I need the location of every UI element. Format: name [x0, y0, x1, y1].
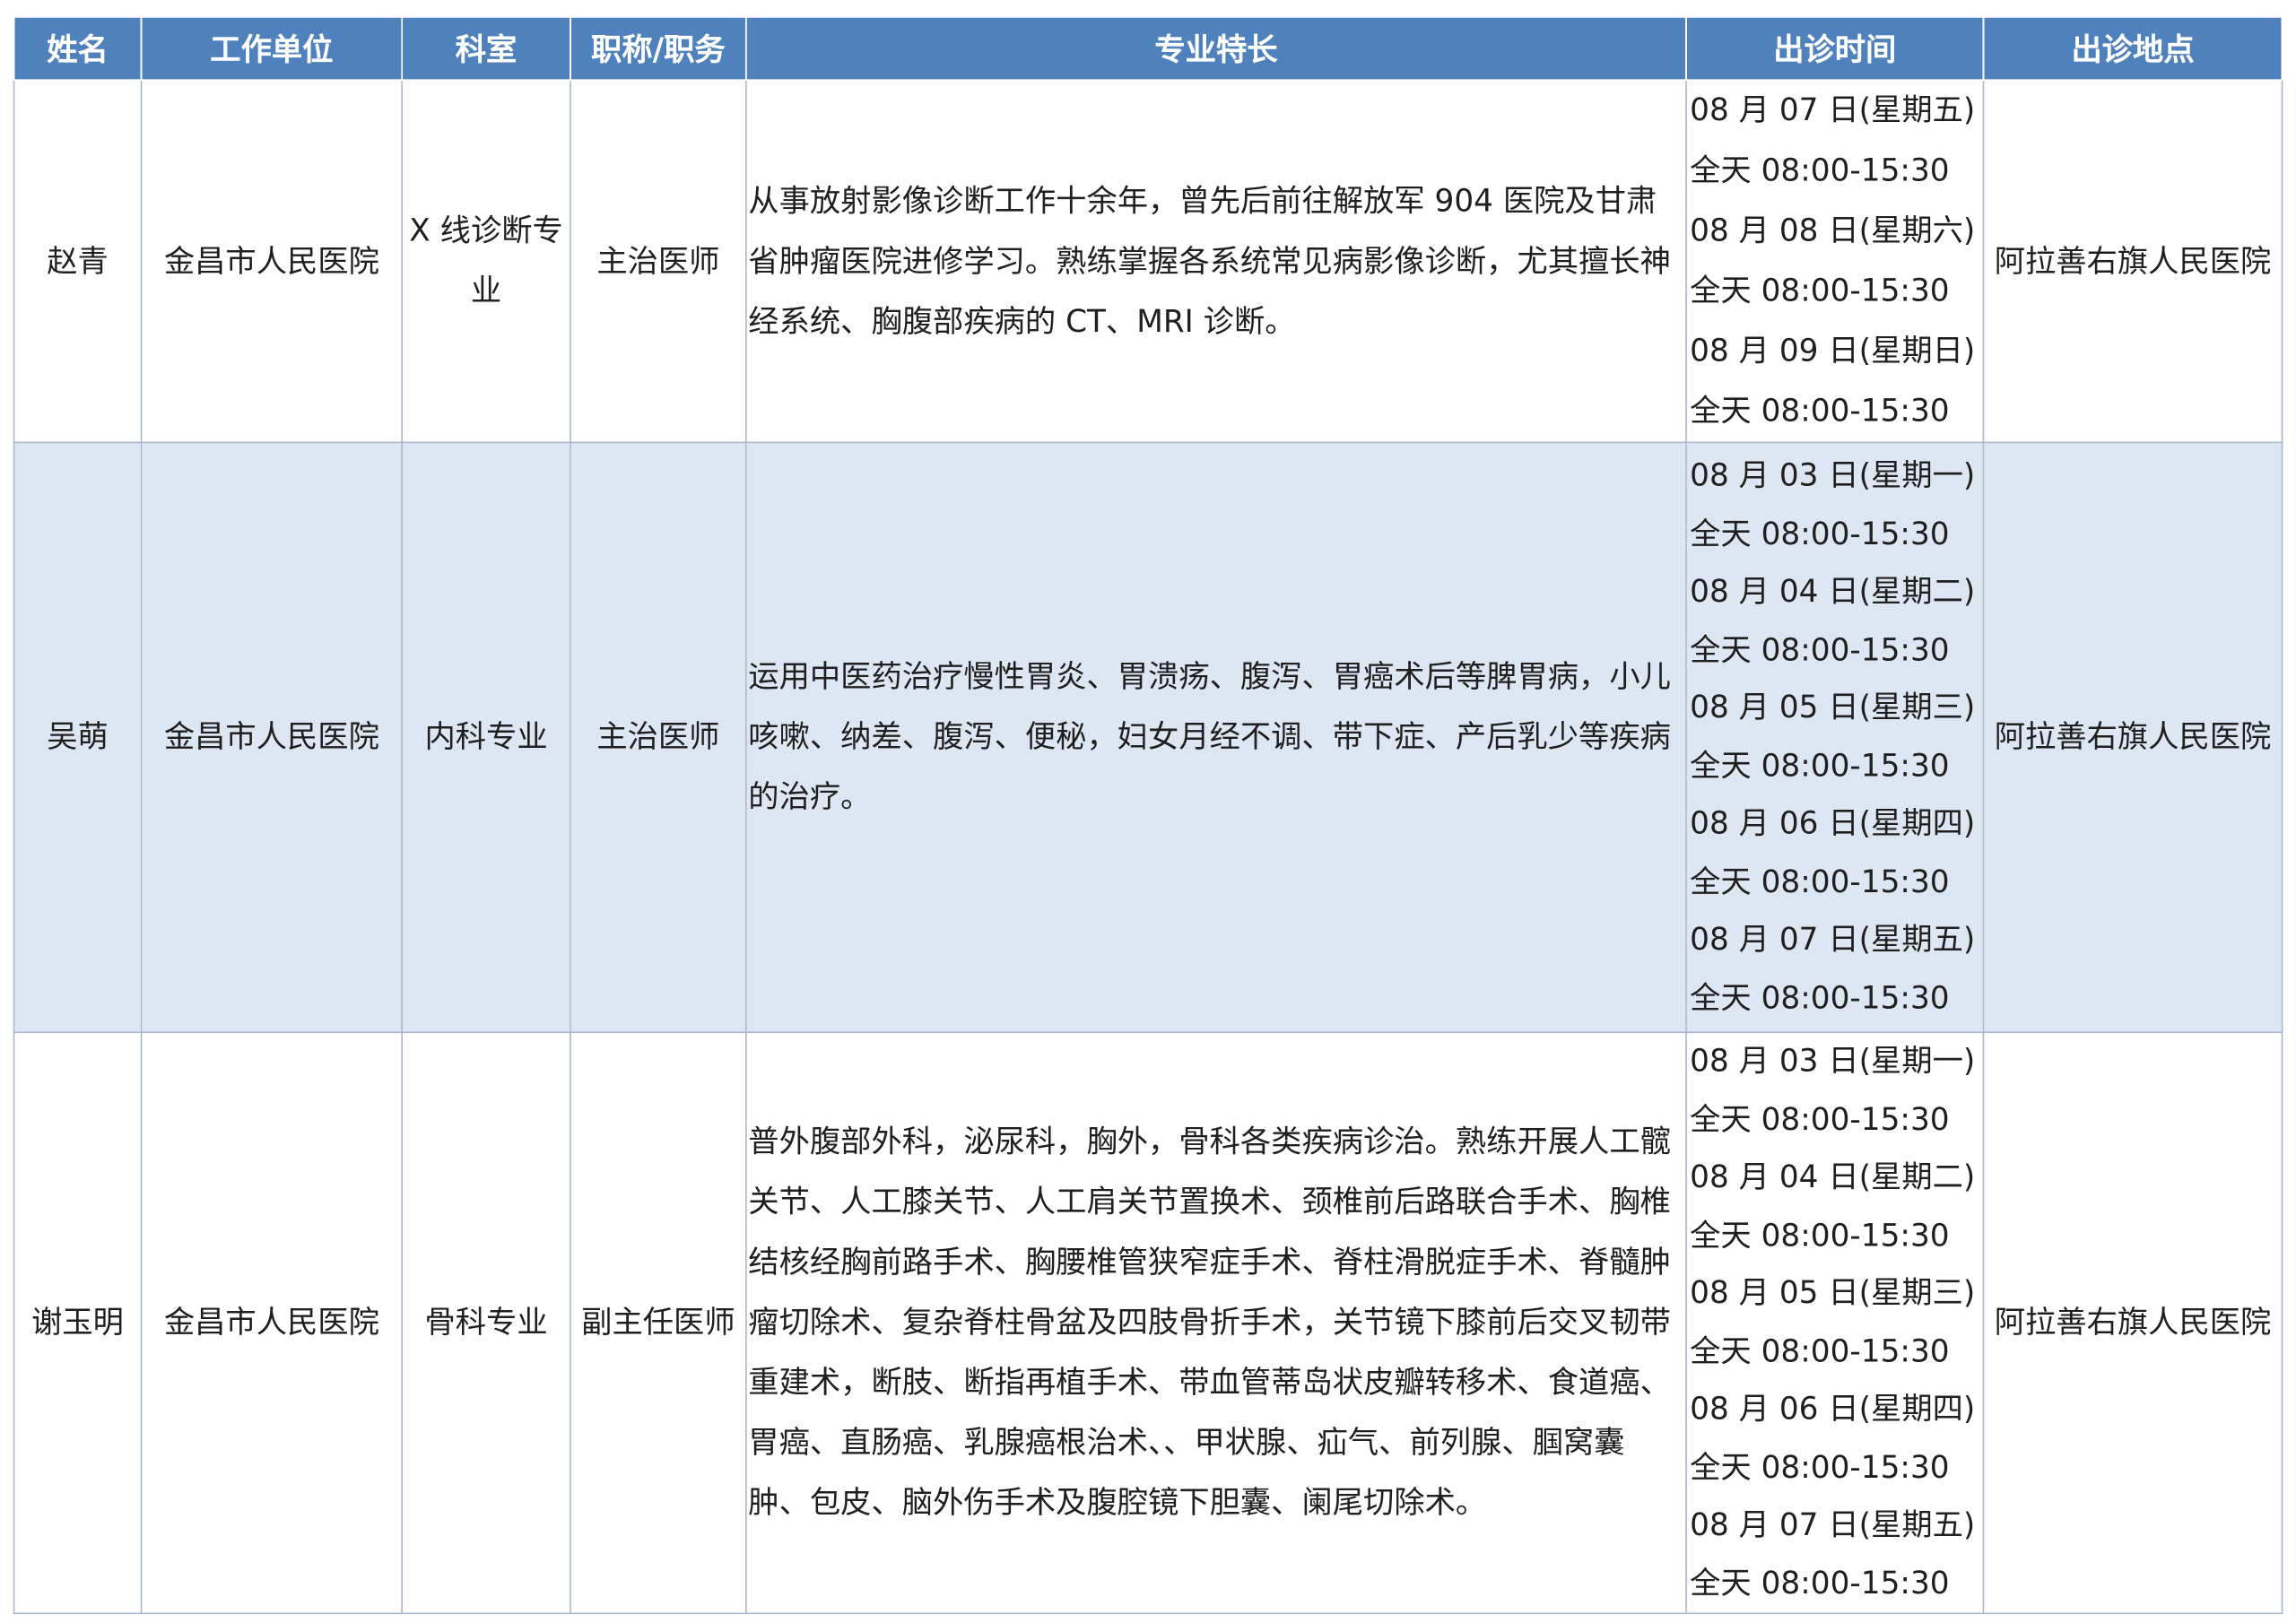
table-row: 谢玉明 金昌市人民医院 骨科专业 副主任医师 普外腹部外科，泌尿科，胸外，骨科各…: [13, 1031, 2283, 1615]
header-location: 出诊地点: [1982, 16, 2283, 82]
schedule-date: 08 月 04 日(星期二): [1690, 573, 1976, 610]
doctor-name: 赵青: [13, 79, 143, 444]
schedule-hours: 全天 08:00-15:30: [1690, 273, 1950, 308]
schedule-cell: 08 月 03 日(星期一) 全天 08:00-15:30 08 月 04 日(…: [1685, 441, 1985, 1034]
header-work-unit: 工作单位: [140, 16, 403, 82]
schedule-date: 08 月 07 日(星期五): [1690, 92, 1976, 128]
schedule-date: 08 月 04 日(星期二): [1690, 1159, 1976, 1195]
department: 骨科专业: [401, 1031, 571, 1615]
schedule-cell: 08 月 07 日(星期五) 全天 08:00-15:30 08 月 08 日(…: [1685, 79, 1985, 444]
schedule-hours: 全天 08:00-15:30: [1690, 631, 1950, 667]
schedule-hours: 全天 08:00-15:30: [1690, 393, 1950, 429]
job-title: 主治医师: [570, 79, 747, 444]
header-schedule: 出诊时间: [1685, 16, 1985, 82]
schedule-date: 08 月 09 日(星期日): [1690, 333, 1976, 369]
schedule-date: 08 月 05 日(星期三): [1690, 1275, 1976, 1311]
schedule-hours: 全天 08:00-15:30: [1690, 1217, 1950, 1253]
header-department: 科室: [401, 16, 571, 82]
doctor-name: 谢玉明: [13, 1031, 143, 1615]
clinic-location: 阿拉善右旗人民医院: [1982, 79, 2283, 444]
department: 内科专业: [401, 441, 571, 1034]
specialty: 运用中医药治疗慢性胃炎、胃溃疡、腹泻、胃癌术后等脾胃病，小儿咳嗽、纳差、腹泻、便…: [745, 441, 1687, 1034]
schedule-hours: 全天 08:00-15:30: [1690, 516, 1950, 551]
schedule-cell: 08 月 03 日(星期一) 全天 08:00-15:30 08 月 04 日(…: [1685, 1031, 1985, 1615]
schedule-date: 08 月 06 日(星期四): [1690, 1391, 1976, 1427]
table-row: 赵青 金昌市人民医院 X 线诊断专业 主治医师 从事放射影像诊断工作十余年，曾先…: [13, 79, 2283, 444]
page: 姓名 工作单位 科室 职称/职务 专业特长 出诊时间 出诊地点 赵青 金昌市人民…: [0, 0, 2296, 1623]
schedule-hours: 全天 08:00-15:30: [1690, 1449, 1950, 1485]
header-specialty: 专业特长: [745, 16, 1687, 82]
work-unit: 金昌市人民医院: [140, 79, 403, 444]
schedule-date: 08 月 06 日(星期四): [1690, 805, 1976, 841]
header-row: 姓名 工作单位 科室 职称/职务 专业特长 出诊时间 出诊地点: [13, 16, 2283, 82]
schedule-date: 08 月 05 日(星期三): [1690, 690, 1976, 725]
header-title: 职称/职务: [570, 16, 747, 82]
schedule-hours: 全天 08:00-15:30: [1690, 747, 1950, 784]
schedule-date: 08 月 08 日(星期六): [1690, 213, 1976, 248]
schedule-hours: 全天 08:00-15:30: [1690, 979, 1950, 1015]
schedule-date: 08 月 07 日(星期五): [1690, 1506, 1976, 1542]
schedule-date: 08 月 03 日(星期一): [1690, 457, 1976, 493]
department: X 线诊断专业: [401, 79, 571, 444]
clinic-location: 阿拉善右旗人民医院: [1982, 1031, 2283, 1615]
schedule-hours: 全天 08:00-15:30: [1690, 1101, 1950, 1137]
work-unit: 金昌市人民医院: [140, 1031, 403, 1615]
schedule-hours: 全天 08:00-15:30: [1690, 152, 1950, 188]
schedule-hours: 全天 08:00-15:30: [1690, 864, 1950, 899]
job-title: 主治医师: [570, 441, 747, 1034]
schedule-hours: 全天 08:00-15:30: [1690, 1332, 1950, 1369]
header-name: 姓名: [13, 16, 143, 82]
clinic-location: 阿拉善右旗人民医院: [1982, 441, 2283, 1034]
schedule-date: 08 月 07 日(星期五): [1690, 921, 1976, 957]
doctor-name: 吴萌: [13, 441, 143, 1034]
clinic-schedule-table: 姓名 工作单位 科室 职称/职务 专业特长 出诊时间 出诊地点 赵青 金昌市人民…: [13, 16, 2283, 1615]
table-row: 吴萌 金昌市人民医院 内科专业 主治医师 运用中医药治疗慢性胃炎、胃溃疡、腹泻、…: [13, 441, 2283, 1034]
schedule-hours: 全天 08:00-15:30: [1690, 1565, 1950, 1601]
work-unit: 金昌市人民医院: [140, 441, 403, 1034]
specialty: 普外腹部外科，泌尿科，胸外，骨科各类疾病诊治。熟练开展人工髋关节、人工膝关节、人…: [745, 1031, 1687, 1615]
job-title: 副主任医师: [570, 1031, 747, 1615]
schedule-date: 08 月 03 日(星期一): [1690, 1043, 1976, 1079]
specialty: 从事放射影像诊断工作十余年，曾先后前往解放军 904 医院及甘肃省肿瘤医院进修学…: [745, 79, 1687, 444]
